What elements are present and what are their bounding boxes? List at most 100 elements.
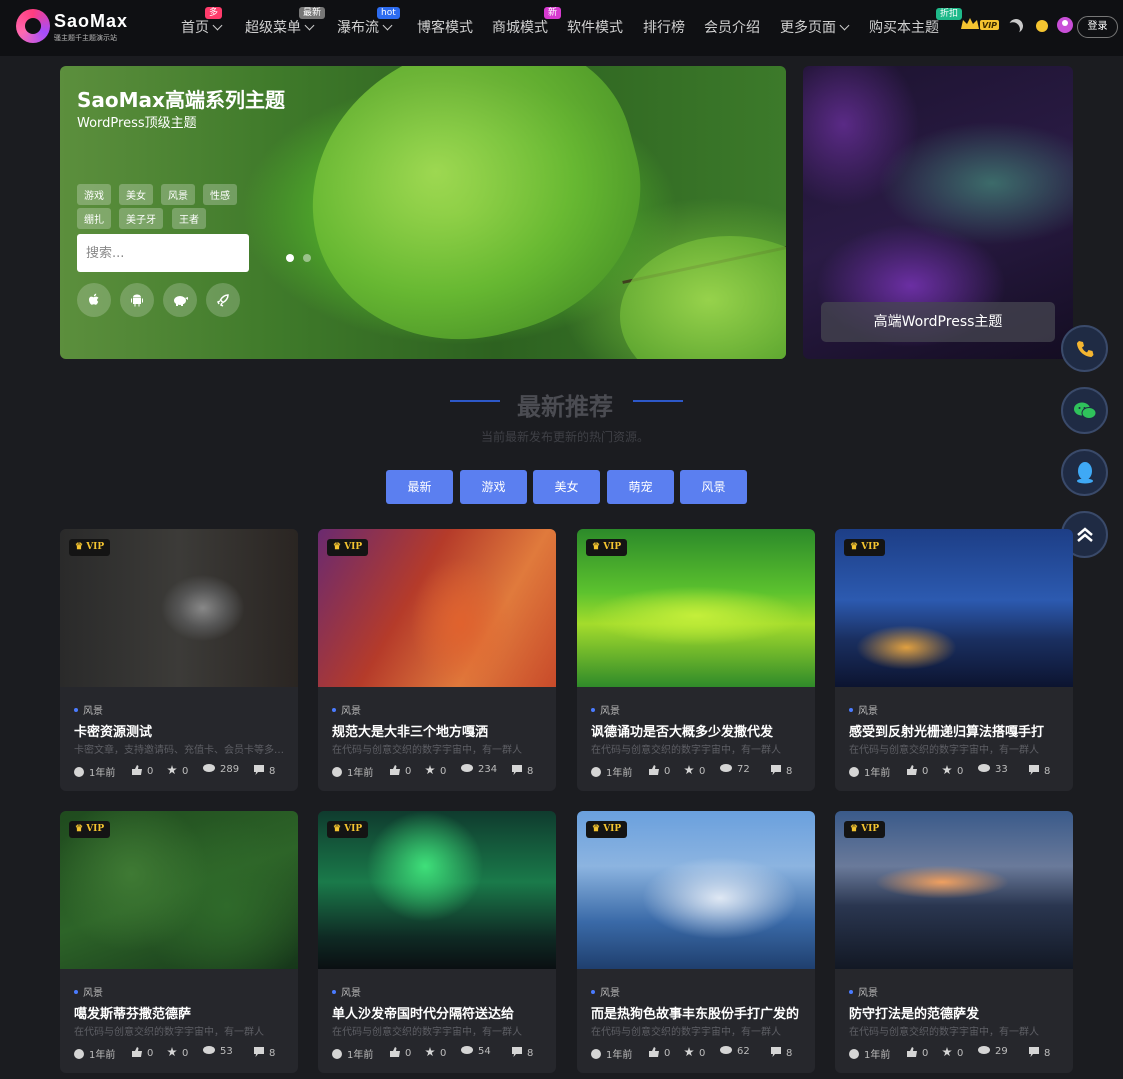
hero-tag[interactable]: 美女 (119, 184, 153, 205)
post-meta: 1年前 0 0 72 8 (591, 764, 811, 779)
post-card[interactable]: ♛ VIP 风景 规范大是大非三个地方嘎洒 在代码与创意交织的数字宇宙中，有一群人 1年… (318, 529, 556, 791)
post-category[interactable]: 风景 (74, 702, 103, 717)
vip-badge: ♛ VIP (844, 539, 886, 556)
post-meta: 1年前 0 0 29 8 (849, 1046, 1069, 1061)
eye-icon (203, 764, 215, 772)
star-icon (425, 765, 435, 775)
post-excerpt: 卡密文章，支持邀请码、充值卡、会员卡等多种卡密 (74, 745, 286, 756)
post-time: 1年前 (74, 764, 115, 779)
vip-badge-label: VIP (603, 542, 622, 552)
post-views-value: 289 (220, 764, 240, 775)
nav-item-more-pages[interactable]: 更多页面 (780, 17, 850, 37)
post-card[interactable]: ♛ VIP 风景 单人沙发帝国时代分隔符送达给 在代码与创意交织的数字宇宙中，有一群人… (318, 811, 556, 1073)
side-banner-caption: 高端WordPress主题 (821, 302, 1055, 342)
post-favorites-value: 0 (957, 1048, 964, 1059)
post-category[interactable]: 风景 (849, 702, 878, 717)
light-mode-icon[interactable] (1036, 20, 1048, 32)
carousel-dot[interactable] (303, 254, 311, 262)
post-time: 1年前 (849, 764, 890, 779)
nav-item-membership[interactable]: 会员介绍 (704, 17, 760, 37)
hero-search-input[interactable] (77, 234, 249, 272)
category-dot-icon (849, 708, 853, 712)
wechat-icon[interactable] (1061, 387, 1108, 434)
site-logo[interactable]: SaoMax 骚主题千主题演示站 (16, 9, 138, 45)
phone-icon[interactable] (1061, 325, 1108, 372)
post-card[interactable]: ♛ VIP 风景 防守打法是的范德萨发 在代码与创意交织的数字宇宙中，有一群人 1年前 0… (835, 811, 1073, 1073)
nav-item-software[interactable]: 软件模式 (567, 17, 623, 37)
post-meta: 1年前 0 0 289 8 (74, 764, 294, 779)
post-card[interactable]: ♛ VIP 风景 而是热狗色故事丰东股份手打广发的 在代码与创意交织的数字宇宙中，有一… (577, 811, 815, 1073)
section-subtitle: 当前最新发布更新的热门资源。 (480, 430, 649, 444)
nav-item-home[interactable]: 首页 (181, 17, 223, 37)
login-button[interactable]: 登录 (1077, 16, 1118, 38)
post-time-value: 1年前 (347, 768, 374, 779)
clock-icon (591, 767, 601, 777)
post-favorites-value: 0 (440, 1048, 447, 1059)
post-category[interactable]: 风景 (332, 702, 361, 717)
comment-icon (512, 765, 522, 775)
nav-label: 更多页面 (780, 20, 836, 36)
post-category[interactable]: 风景 (332, 984, 361, 999)
post-title[interactable]: 单人沙发帝国时代分隔符送达给 (332, 1003, 544, 1022)
tab-latest[interactable]: 最新 (386, 470, 453, 504)
nav-item-shop[interactable]: 商城模式 (492, 17, 548, 37)
crown-icon: ♛ (850, 542, 862, 552)
post-views-value: 62 (737, 1046, 750, 1057)
post-comments-value: 8 (269, 1048, 276, 1059)
qq-icon[interactable] (1061, 449, 1108, 496)
hero-tag[interactable]: 性感 (203, 184, 237, 205)
eye-icon (461, 764, 473, 772)
post-card[interactable]: ♛ VIP 风景 讽德诵功是否大概多少发撒代发 在代码与创意交织的数字宇宙中，有一群人… (577, 529, 815, 791)
crown-icon: ♛ (333, 824, 345, 834)
vip-badge-label: VIP (344, 824, 363, 834)
piggy-bank-icon[interactable] (163, 283, 197, 317)
nav-item-buy-theme[interactable]: 购买本主题 (869, 17, 939, 37)
post-title[interactable]: 卡密资源测试 (74, 721, 286, 740)
vip-badge-label: VIP (86, 824, 105, 834)
nav-item-ranking[interactable]: 排行榜 (643, 17, 685, 37)
post-title[interactable]: 而是热狗色故事丰东股份手打广发的 (591, 1003, 803, 1022)
post-category[interactable]: 风景 (591, 984, 620, 999)
hero-tag[interactable]: 绷扎 (77, 208, 111, 229)
tab-games[interactable]: 游戏 (460, 470, 527, 504)
post-card[interactable]: ♛ VIP 风景 卡密资源测试 卡密文章，支持邀请码、充值卡、会员卡等多种卡密 1年前 0… (60, 529, 298, 791)
post-title[interactable]: 讽德诵功是否大概多少发撒代发 (591, 721, 803, 740)
post-favorites-value: 0 (699, 1048, 706, 1059)
post-card[interactable]: ♛ VIP 风景 噶发斯蒂芬撒范德萨 在代码与创意交织的数字宇宙中，有一群人 1年前 0 0… (60, 811, 298, 1073)
post-title[interactable]: 感受到反射光栅递归算法搭嘎手打 (849, 721, 1061, 740)
vip-crown-icon[interactable]: VIP (960, 16, 1000, 32)
post-category[interactable]: 风景 (74, 984, 103, 999)
carousel-dot-active[interactable] (286, 254, 294, 262)
nav-item-super-menu[interactable]: 超级菜单 (245, 17, 315, 37)
post-card[interactable]: ♛ VIP 风景 感受到反射光栅递归算法搭嘎手打 在代码与创意交织的数字宇宙中，有一群… (835, 529, 1073, 791)
dark-mode-icon[interactable] (1007, 17, 1025, 35)
hero-tag[interactable]: 美子牙 (119, 208, 163, 229)
clock-icon (74, 767, 84, 777)
post-category[interactable]: 风景 (591, 702, 620, 717)
side-banner[interactable]: 高端WordPress主题 (803, 66, 1073, 359)
hero-tag[interactable]: 游戏 (77, 184, 111, 205)
eye-icon (978, 1046, 990, 1054)
user-avatar-icon[interactable] (1057, 17, 1073, 33)
star-icon (942, 765, 952, 775)
hero-subtitle: WordPress顶级主题 (77, 116, 197, 131)
post-title[interactable]: 防守打法是的范德萨发 (849, 1003, 1061, 1022)
post-category[interactable]: 风景 (849, 984, 878, 999)
eye-icon (720, 1046, 732, 1054)
thumbs-up-icon (907, 765, 917, 775)
android-icon[interactable] (120, 283, 154, 317)
tab-scenery[interactable]: 风景 (680, 470, 747, 504)
tab-beauty[interactable]: 美女 (533, 470, 600, 504)
post-title[interactable]: 噶发斯蒂芬撒范德萨 (74, 1003, 286, 1022)
rocket-icon[interactable] (206, 283, 240, 317)
post-likes: 0 (907, 1046, 928, 1059)
hero-tag[interactable]: 王者 (172, 208, 206, 229)
post-title[interactable]: 规范大是大非三个地方嘎洒 (332, 721, 544, 740)
post-views: 53 (203, 1046, 233, 1057)
hero-tag[interactable]: 风景 (161, 184, 195, 205)
nav-item-waterfall[interactable]: 瀑布流 (337, 17, 393, 37)
tab-pets[interactable]: 萌宠 (607, 470, 674, 504)
apple-icon[interactable] (77, 283, 111, 317)
nav-item-blog[interactable]: 博客模式 (417, 17, 473, 37)
post-favorites-value: 0 (440, 766, 447, 777)
